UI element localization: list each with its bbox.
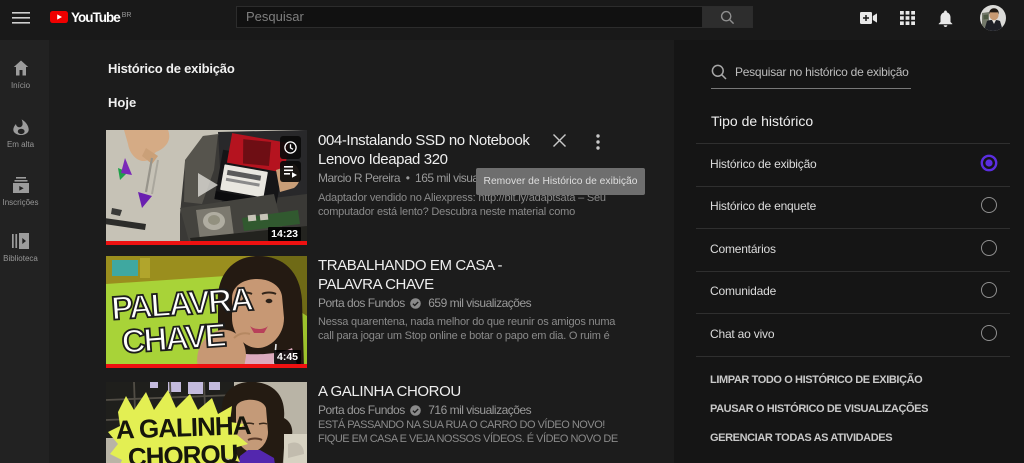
svg-text:CHOROU: CHOROU bbox=[127, 439, 238, 463]
svg-text:CHAVE: CHAVE bbox=[120, 316, 226, 360]
